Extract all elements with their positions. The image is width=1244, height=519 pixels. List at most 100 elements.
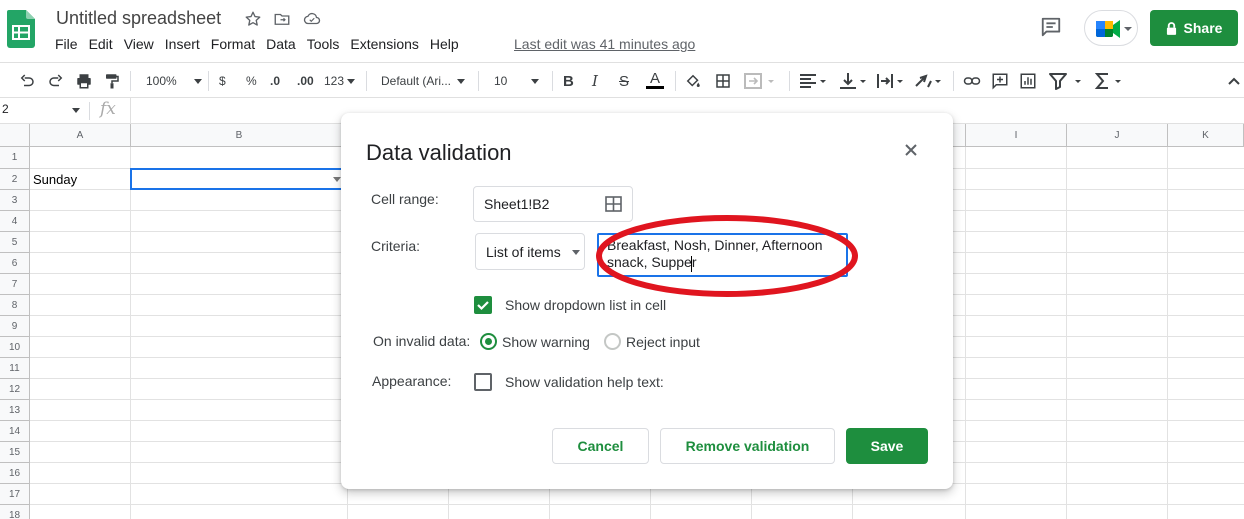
font-family-select[interactable]: Default (Ari... (381, 71, 466, 91)
filter-icon[interactable] (1048, 71, 1088, 91)
row-header-14[interactable]: 14 (0, 421, 30, 442)
row-header-2[interactable]: 2 (0, 169, 30, 190)
criteria-dropdown-arrow-icon (572, 250, 580, 255)
column-header-k[interactable]: K (1168, 124, 1244, 147)
functions-icon[interactable] (1094, 71, 1128, 91)
format-percent-button[interactable]: % (246, 71, 257, 91)
insert-chart-icon[interactable] (1019, 71, 1037, 91)
menu-format[interactable]: Format (211, 36, 255, 52)
menu-edit[interactable]: Edit (89, 36, 113, 52)
text-cursor (691, 256, 692, 272)
toolbar: 100% $ % .0 .00 123 Default (Ari... 10 B… (0, 62, 1244, 98)
row-header-7[interactable]: 7 (0, 274, 30, 295)
row-header-11[interactable]: 11 (0, 358, 30, 379)
comment-history-icon[interactable] (1040, 16, 1062, 38)
menu-data[interactable]: Data (266, 36, 296, 52)
column-header-j[interactable]: J (1067, 124, 1168, 147)
cloud-saved-icon[interactable] (303, 10, 321, 28)
menu-view[interactable]: View (124, 36, 154, 52)
criteria-items-input[interactable]: Breakfast, Nosh, Dinner, Afternoon snack… (597, 233, 848, 277)
data-validation-dialog: Data validation Cell range: Sheet1!B2 Cr… (341, 113, 953, 489)
show-warning-radio[interactable] (480, 333, 497, 350)
show-help-text-checkbox[interactable] (474, 373, 492, 391)
currency-label: $ (219, 74, 226, 88)
grid-line (30, 504, 1244, 505)
column-header-b[interactable]: B (131, 124, 348, 147)
grid-line (965, 147, 966, 519)
document-title[interactable]: Untitled spreadsheet (56, 8, 221, 29)
row-header-4[interactable]: 4 (0, 211, 30, 232)
criteria-type-select[interactable]: List of items (475, 233, 585, 270)
increase-decimal-button[interactable]: .00 (297, 71, 314, 91)
print-icon[interactable] (75, 71, 93, 91)
move-folder-icon[interactable] (273, 10, 291, 28)
row-header-5[interactable]: 5 (0, 232, 30, 253)
font-dropdown-arrow-icon (457, 78, 466, 84)
cell-dropdown-arrow-icon[interactable] (333, 177, 341, 182)
menu-insert[interactable]: Insert (165, 36, 200, 52)
text-rotation-icon[interactable] (914, 71, 944, 91)
criteria-type-value: List of items (486, 244, 561, 260)
row-header-13[interactable]: 13 (0, 400, 30, 421)
select-range-icon[interactable] (605, 196, 622, 212)
row-header-18[interactable]: 18 (0, 505, 30, 519)
cell-a2[interactable]: Sunday (33, 172, 77, 187)
row-header-10[interactable]: 10 (0, 337, 30, 358)
row-header-6[interactable]: 6 (0, 253, 30, 274)
menu-extensions[interactable]: Extensions (350, 36, 418, 52)
merge-cells-icon[interactable] (744, 71, 774, 91)
bold-button[interactable]: B (563, 71, 574, 91)
percent-label: % (246, 74, 257, 88)
row-header-8[interactable]: 8 (0, 295, 30, 316)
row-header-3[interactable]: 3 (0, 190, 30, 211)
save-button[interactable]: Save (846, 428, 928, 464)
menu-file[interactable]: File (55, 36, 78, 52)
text-wrapping-icon[interactable] (876, 71, 906, 91)
undo-icon[interactable] (18, 71, 36, 91)
collapse-toolbar-icon[interactable] (1227, 71, 1241, 91)
close-icon[interactable] (902, 141, 920, 159)
borders-icon[interactable] (714, 71, 732, 91)
menu-tools[interactable]: Tools (307, 36, 340, 52)
zoom-select[interactable]: 100% (146, 71, 202, 91)
column-header-i[interactable]: I (966, 124, 1067, 147)
font-size-value: 10 (494, 74, 508, 88)
row-header-17[interactable]: 17 (0, 484, 30, 505)
meet-button[interactable] (1084, 10, 1138, 46)
cell-range-input[interactable]: Sheet1!B2 (473, 186, 633, 222)
last-edit-link[interactable]: Last edit was 41 minutes ago (514, 36, 695, 52)
grid-line (130, 147, 131, 519)
remove-validation-button[interactable]: Remove validation (660, 428, 835, 464)
star-icon[interactable] (244, 10, 262, 28)
paint-format-icon[interactable] (103, 71, 121, 91)
invalid-data-label: On invalid data: (373, 333, 471, 349)
vertical-align-icon[interactable] (839, 71, 869, 91)
italic-button[interactable]: I (592, 71, 598, 91)
name-box[interactable]: 2 (0, 102, 86, 120)
format-currency-button[interactable]: $ (219, 71, 226, 91)
row-header-16[interactable]: 16 (0, 463, 30, 484)
sheets-logo-icon[interactable] (7, 10, 35, 48)
text-color-button[interactable]: A (646, 71, 664, 91)
row-header-12[interactable]: 12 (0, 379, 30, 400)
redo-icon[interactable] (47, 71, 65, 91)
share-button[interactable]: Share (1150, 10, 1238, 46)
row-header-9[interactable]: 9 (0, 316, 30, 337)
column-header-a[interactable]: A (30, 124, 131, 147)
more-formats-button[interactable]: 123 (324, 71, 356, 91)
insert-comment-icon[interactable] (991, 71, 1009, 91)
select-all-corner[interactable] (0, 124, 30, 147)
fill-color-icon[interactable] (684, 71, 702, 91)
row-header-15[interactable]: 15 (0, 442, 30, 463)
reject-input-radio[interactable] (604, 333, 621, 350)
show-dropdown-checkbox[interactable] (474, 296, 492, 314)
font-size-select[interactable]: 10 (494, 71, 540, 91)
strikethrough-button[interactable]: S (619, 71, 629, 91)
row-header-1[interactable]: 1 (0, 147, 30, 169)
decrease-decimal-button[interactable]: .0 (270, 71, 280, 91)
cell-b2-selected[interactable] (130, 168, 348, 190)
cancel-button[interactable]: Cancel (552, 428, 649, 464)
insert-link-icon[interactable] (962, 71, 982, 91)
menu-help[interactable]: Help (430, 36, 459, 52)
horizontal-align-icon[interactable] (799, 71, 829, 91)
